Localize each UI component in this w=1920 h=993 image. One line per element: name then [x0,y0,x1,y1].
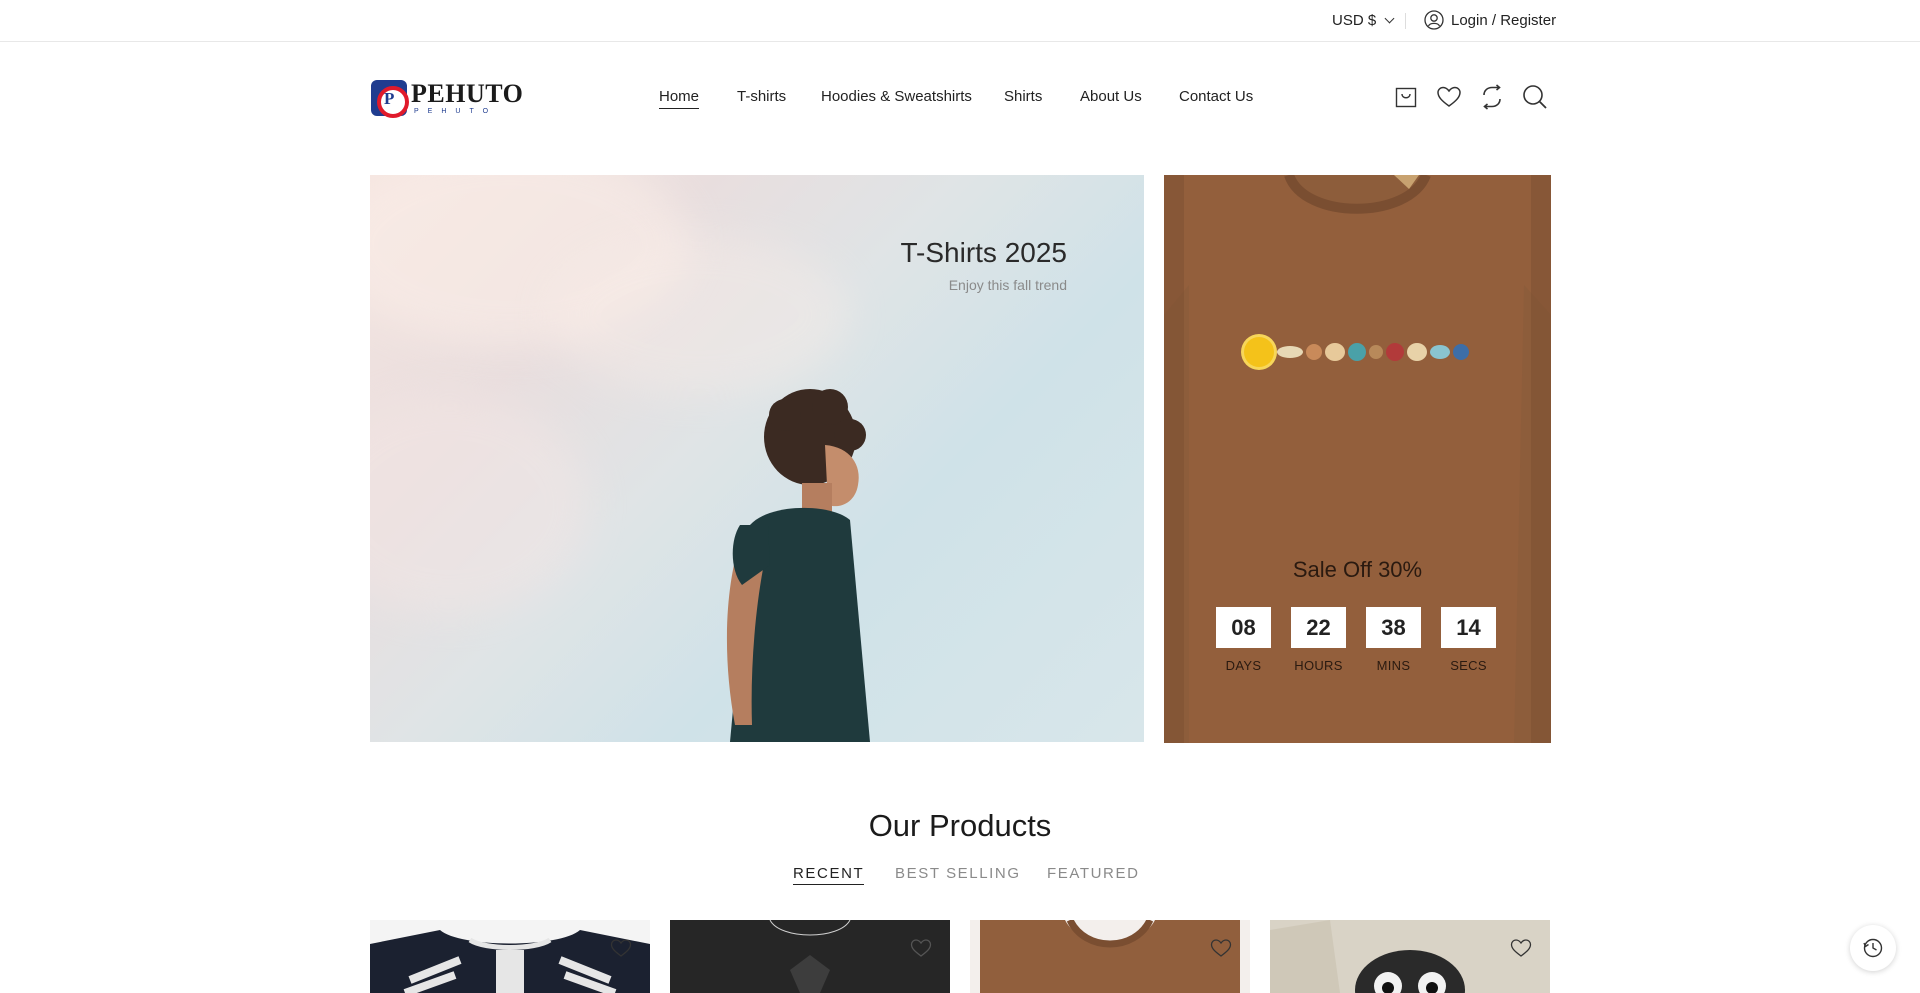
logo-tagline: PEHUTO [414,108,498,115]
product-card[interactable] [670,920,950,993]
hero-banner[interactable]: T-Shirts 2025 Enjoy this fall trend [370,175,1144,742]
search-icon [1523,85,1547,109]
heart-icon[interactable] [1210,938,1232,958]
countdown-value: 08 [1216,607,1271,648]
countdown-days: 08 DAYS [1216,607,1271,673]
heart-icon[interactable] [1510,938,1532,958]
currency-selector[interactable]: USD $ [1332,12,1395,29]
tab-recent[interactable]: RECENT [793,865,865,885]
countdown-label: DAYS [1225,658,1262,673]
nav-item-contact-us[interactable]: Contact Us [1179,88,1253,105]
divider [1405,13,1406,29]
planet-icon [1386,343,1404,361]
hero-cloud [550,235,850,395]
planets-graphic [1244,332,1484,372]
hero-subtitle: Enjoy this fall trend [948,277,1067,293]
planet-icon [1325,343,1345,361]
product-image [370,930,650,993]
wishlist-button[interactable] [1436,84,1462,110]
countdown-value: 38 [1366,607,1421,648]
countdown-timer: 08 DAYS 22 HOURS 38 MINS 14 SECS [1216,607,1496,673]
compare-icon [1483,84,1501,110]
product-card[interactable] [970,920,1250,993]
planet-icon [1369,345,1383,359]
planet-icon [1430,345,1450,359]
countdown-value: 14 [1441,607,1496,648]
product-image [980,920,1240,993]
product-grid [370,920,1550,993]
hero-title: T-Shirts 2025 [900,237,1067,268]
countdown-label: SECS [1450,658,1487,673]
product-card[interactable] [370,920,650,993]
countdown-value: 22 [1291,607,1346,648]
planet-icon [1407,343,1427,361]
countdown-label: HOURS [1294,658,1343,673]
planet-icon [1277,346,1303,358]
countdown-mins: 38 MINS [1366,607,1421,673]
heart-icon[interactable] [910,938,932,958]
header-actions [1393,84,1548,110]
nav-item-home[interactable]: Home [659,88,700,109]
planet-icon [1306,344,1322,360]
sun-icon [1244,337,1274,367]
product-card[interactable] [1270,920,1550,993]
search-button[interactable] [1522,84,1548,110]
currency-label: USD $ [1332,12,1377,29]
chevron-down-icon [1384,13,1395,24]
nav-item-about-us[interactable]: About Us [1080,88,1142,105]
sale-promo-card[interactable]: Sale Off 30% 08 DAYS 22 HOURS 38 MINS 14… [1164,175,1551,743]
tab-featured[interactable]: FEATURED [1047,865,1140,882]
compare-button[interactable] [1479,84,1505,110]
heart-icon[interactable] [610,938,632,958]
nav-item-t-shirts[interactable]: T-shirts [737,88,786,105]
nav-item-shirts[interactable]: Shirts [1004,88,1042,105]
logo-name: PEHUTO [411,79,524,108]
top-bar: USD $ Login / Register [0,0,1920,42]
site-logo[interactable]: P PEHUTO PEHUTO [371,79,524,118]
user-icon [1424,10,1444,30]
tab-best-selling[interactable]: BEST SELLING [895,865,1021,882]
cart-button[interactable] [1393,84,1419,110]
planet-icon [1453,344,1469,360]
heart-icon [1437,86,1461,107]
planet-icon [1348,343,1366,361]
login-label: Login / Register [1451,11,1557,29]
nav-item-hoodies-sweatshirts[interactable]: Hoodies & Sweatshirts [821,88,972,105]
hero-model-image [726,389,870,742]
countdown-label: MINS [1376,658,1411,673]
hero-cloud [370,395,590,615]
history-icon [1863,938,1883,958]
logo-badge: P [371,80,409,118]
login-register-link[interactable]: Login / Register [1424,10,1556,30]
product-image [670,920,950,993]
countdown-secs: 14 SECS [1441,607,1496,673]
product-image [1270,920,1550,993]
recently-viewed-button[interactable] [1850,925,1896,971]
section-title: Our Products [868,808,1052,843]
countdown-hours: 22 HOURS [1291,607,1346,673]
cart-icon [1395,87,1417,108]
sale-text: Sale Off 30% [1292,557,1423,582]
